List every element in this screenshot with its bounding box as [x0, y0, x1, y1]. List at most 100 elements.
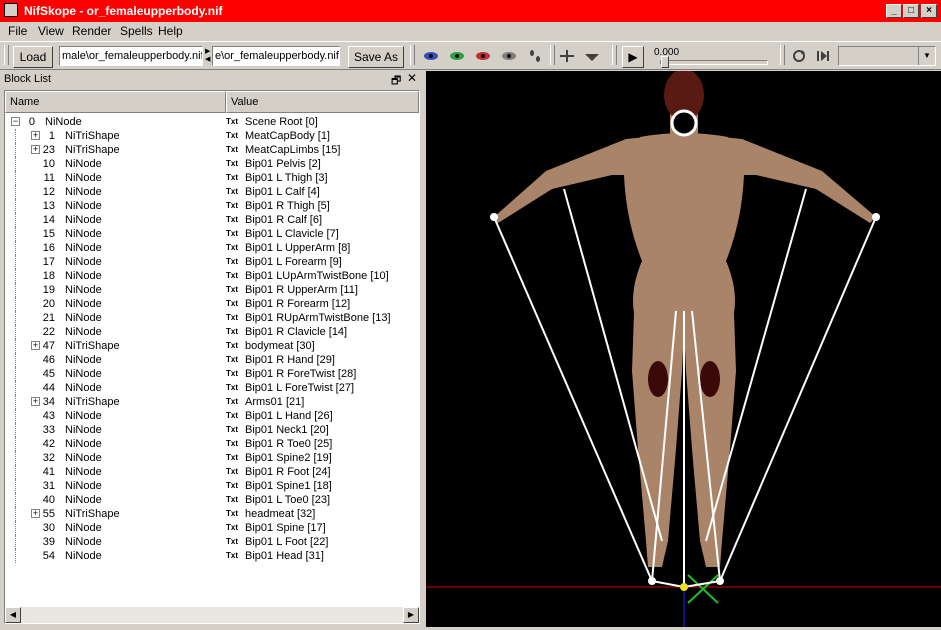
tree-row[interactable]: 20 NiNode Txt Bip01 R Forearm [12] — [5, 297, 417, 311]
menu-file[interactable]: File — [8, 24, 27, 38]
tree-row[interactable]: 21 NiNode Txt Bip01 RUpArmTwistBone [13] — [5, 311, 417, 325]
tree-row[interactable]: 32 NiNode Txt Bip01 Spine2 [19] — [5, 451, 417, 465]
tree-row[interactable]: 43 NiNode Txt Bip01 L Hand [26] — [5, 409, 417, 423]
block-value[interactable]: Bip01 Spine [17] — [245, 521, 326, 535]
render-viewport[interactable] — [426, 71, 941, 627]
block-value[interactable]: MeatCapLimbs [15] — [245, 143, 340, 157]
scroll-left-button[interactable]: ◀ — [5, 607, 21, 623]
save-as-button[interactable]: Save As — [348, 46, 404, 68]
toolbar-grip[interactable] — [780, 45, 785, 65]
block-value[interactable]: Bip01 L Calf [4] — [245, 185, 320, 199]
minimize-button[interactable]: _ — [886, 4, 902, 18]
block-value[interactable]: Bip01 R Clavicle [14] — [245, 325, 347, 339]
play-button[interactable]: ▶ — [622, 46, 644, 68]
menu-render[interactable]: Render — [72, 24, 111, 38]
walk-mode-icon[interactable] — [526, 48, 544, 64]
view-eye-blue-icon[interactable] — [422, 48, 440, 64]
block-value[interactable]: Bip01 R ForeTwist [28] — [245, 367, 356, 381]
path-arrows-icon[interactable]: ▶ ◀ — [205, 48, 211, 64]
block-value[interactable]: Bip01 Neck1 [20] — [245, 423, 329, 437]
tree-row[interactable]: 18 NiNode Txt Bip01 LUpArmTwistBone [10] — [5, 269, 417, 283]
tree-row[interactable]: 39 NiNode Txt Bip01 L Foot [22] — [5, 535, 417, 549]
tree-row[interactable]: +34 NiTriShape Txt Arms01 [21] — [5, 395, 417, 409]
block-value[interactable]: Bip01 L Toe0 [23] — [245, 493, 330, 507]
tree-row[interactable]: +1 NiTriShape Txt MeatCapBody [1] — [5, 129, 417, 143]
block-value[interactable]: Bip01 L UpperArm [8] — [245, 241, 350, 255]
loop-icon[interactable] — [790, 48, 808, 64]
toolbar-grip[interactable] — [550, 45, 555, 65]
tree-row[interactable]: 40 NiNode Txt Bip01 L Toe0 [23] — [5, 493, 417, 507]
tree-row[interactable]: 10 NiNode Txt Bip01 Pelvis [2] — [5, 157, 417, 171]
menu-view[interactable]: View — [38, 24, 64, 38]
chevron-down-icon[interactable]: ▼ — [918, 47, 935, 65]
toolbar-grip[interactable] — [612, 45, 617, 65]
block-value[interactable]: Scene Root [0] — [245, 115, 318, 129]
column-header-name[interactable]: Name — [5, 91, 226, 113]
block-value[interactable]: headmeat [32] — [245, 507, 315, 521]
block-value[interactable]: Bip01 R Toe0 [25] — [245, 437, 332, 451]
toolbar-grip[interactable] — [410, 45, 415, 65]
maximize-button[interactable]: □ — [903, 4, 919, 18]
column-header-value[interactable]: Value — [226, 91, 419, 113]
tree-row[interactable]: −0 NiNode Txt Scene Root [0] — [5, 115, 417, 129]
tree-row[interactable]: 46 NiNode Txt Bip01 R Hand [29] — [5, 353, 417, 367]
animation-select[interactable]: ▼ — [838, 46, 936, 66]
tree-row[interactable]: 45 NiNode Txt Bip01 R ForeTwist [28] — [5, 367, 417, 381]
block-value[interactable]: Arms01 [21] — [245, 395, 304, 409]
tree-row[interactable]: 41 NiNode Txt Bip01 R Foot [24] — [5, 465, 417, 479]
pivot-axis-icon[interactable] — [558, 48, 576, 64]
toolbar-grip[interactable] — [4, 45, 9, 65]
tree-row[interactable]: 12 NiNode Txt Bip01 L Calf [4] — [5, 185, 417, 199]
tree-row[interactable]: 11 NiNode Txt Bip01 L Thigh [3] — [5, 171, 417, 185]
close-button[interactable]: × — [921, 4, 937, 18]
block-value[interactable]: Bip01 LUpArmTwistBone [10] — [245, 269, 389, 283]
tree-row[interactable]: +47 NiTriShape Txt bodymeat [30] — [5, 339, 417, 353]
block-value[interactable]: Bip01 R Thigh [5] — [245, 199, 330, 213]
block-value[interactable]: Bip01 L Forearm [9] — [245, 255, 342, 269]
tree-row[interactable]: 14 NiNode Txt Bip01 R Calf [6] — [5, 213, 417, 227]
block-value[interactable]: bodymeat [30] — [245, 339, 315, 353]
block-value[interactable]: Bip01 RUpArmTwistBone [13] — [245, 311, 391, 325]
block-list-tree[interactable]: Name Value −0 NiNode Txt Scene Root [0] +1 Ni… — [4, 90, 420, 624]
tree-row[interactable]: 15 NiNode Txt Bip01 L Clavicle [7] — [5, 227, 417, 241]
block-value[interactable]: Bip01 R Calf [6] — [245, 213, 322, 227]
tree-row[interactable]: 13 NiNode Txt Bip01 R Thigh [5] — [5, 199, 417, 213]
tree-row[interactable]: 31 NiNode Txt Bip01 Spine1 [18] — [5, 479, 417, 493]
tree-row[interactable]: 44 NiNode Txt Bip01 L ForeTwist [27] — [5, 381, 417, 395]
block-value[interactable]: Bip01 Pelvis [2] — [245, 157, 321, 171]
block-value[interactable]: Bip01 L Thigh [3] — [245, 171, 328, 185]
view-eye-gray-icon[interactable] — [500, 48, 518, 64]
block-value[interactable]: Bip01 L Hand [26] — [245, 409, 333, 423]
view-eye-green-icon[interactable] — [448, 48, 466, 64]
block-value[interactable]: Bip01 R UpperArm [11] — [245, 283, 358, 297]
view-direction-icon[interactable] — [583, 48, 601, 64]
tree-row[interactable]: 16 NiNode Txt Bip01 L UpperArm [8] — [5, 241, 417, 255]
block-value[interactable]: Bip01 R Hand [29] — [245, 353, 335, 367]
block-value[interactable]: MeatCapBody [1] — [245, 129, 330, 143]
horizontal-scrollbar[interactable]: ◀ ▶ — [5, 607, 419, 623]
tree-row[interactable]: 19 NiNode Txt Bip01 R UpperArm [11] — [5, 283, 417, 297]
time-slider[interactable] — [660, 60, 768, 65]
block-value[interactable]: Bip01 R Foot [24] — [245, 465, 331, 479]
block-value[interactable]: Bip01 Head [31] — [245, 549, 324, 563]
tree-row[interactable]: 17 NiNode Txt Bip01 L Forearm [9] — [5, 255, 417, 269]
tree-row[interactable]: 33 NiNode Txt Bip01 Neck1 [20] — [5, 423, 417, 437]
tree-row[interactable]: 54 NiNode Txt Bip01 Head [31] — [5, 549, 417, 563]
block-value[interactable]: Bip01 Spine1 [18] — [245, 479, 332, 493]
tree-row[interactable]: +55 NiTriShape Txt headmeat [32] — [5, 507, 417, 521]
load-button[interactable]: Load — [13, 46, 53, 68]
view-eye-red-icon[interactable] — [474, 48, 492, 64]
block-value[interactable]: Bip01 L ForeTwist [27] — [245, 381, 354, 395]
scroll-right-button[interactable]: ▶ — [403, 607, 419, 623]
load-path-field[interactable]: male\or_femaleupperbody.nif — [59, 46, 203, 66]
close-panel-icon[interactable]: ✕ — [407, 71, 417, 85]
block-value[interactable]: Bip01 L Foot [22] — [245, 535, 328, 549]
float-panel-icon[interactable]: 🗗 — [391, 72, 401, 91]
block-value[interactable]: Bip01 R Forearm [12] — [245, 297, 350, 311]
tree-row[interactable]: 42 NiNode Txt Bip01 R Toe0 [25] — [5, 437, 417, 451]
time-slider-handle[interactable] — [661, 56, 669, 68]
switch-sequence-icon[interactable] — [814, 48, 832, 64]
menu-spells[interactable]: Spells — [120, 24, 153, 38]
save-path-field[interactable]: e\or_femaleupperbody.nif — [212, 46, 340, 66]
block-value[interactable]: Bip01 L Clavicle [7] — [245, 227, 339, 241]
